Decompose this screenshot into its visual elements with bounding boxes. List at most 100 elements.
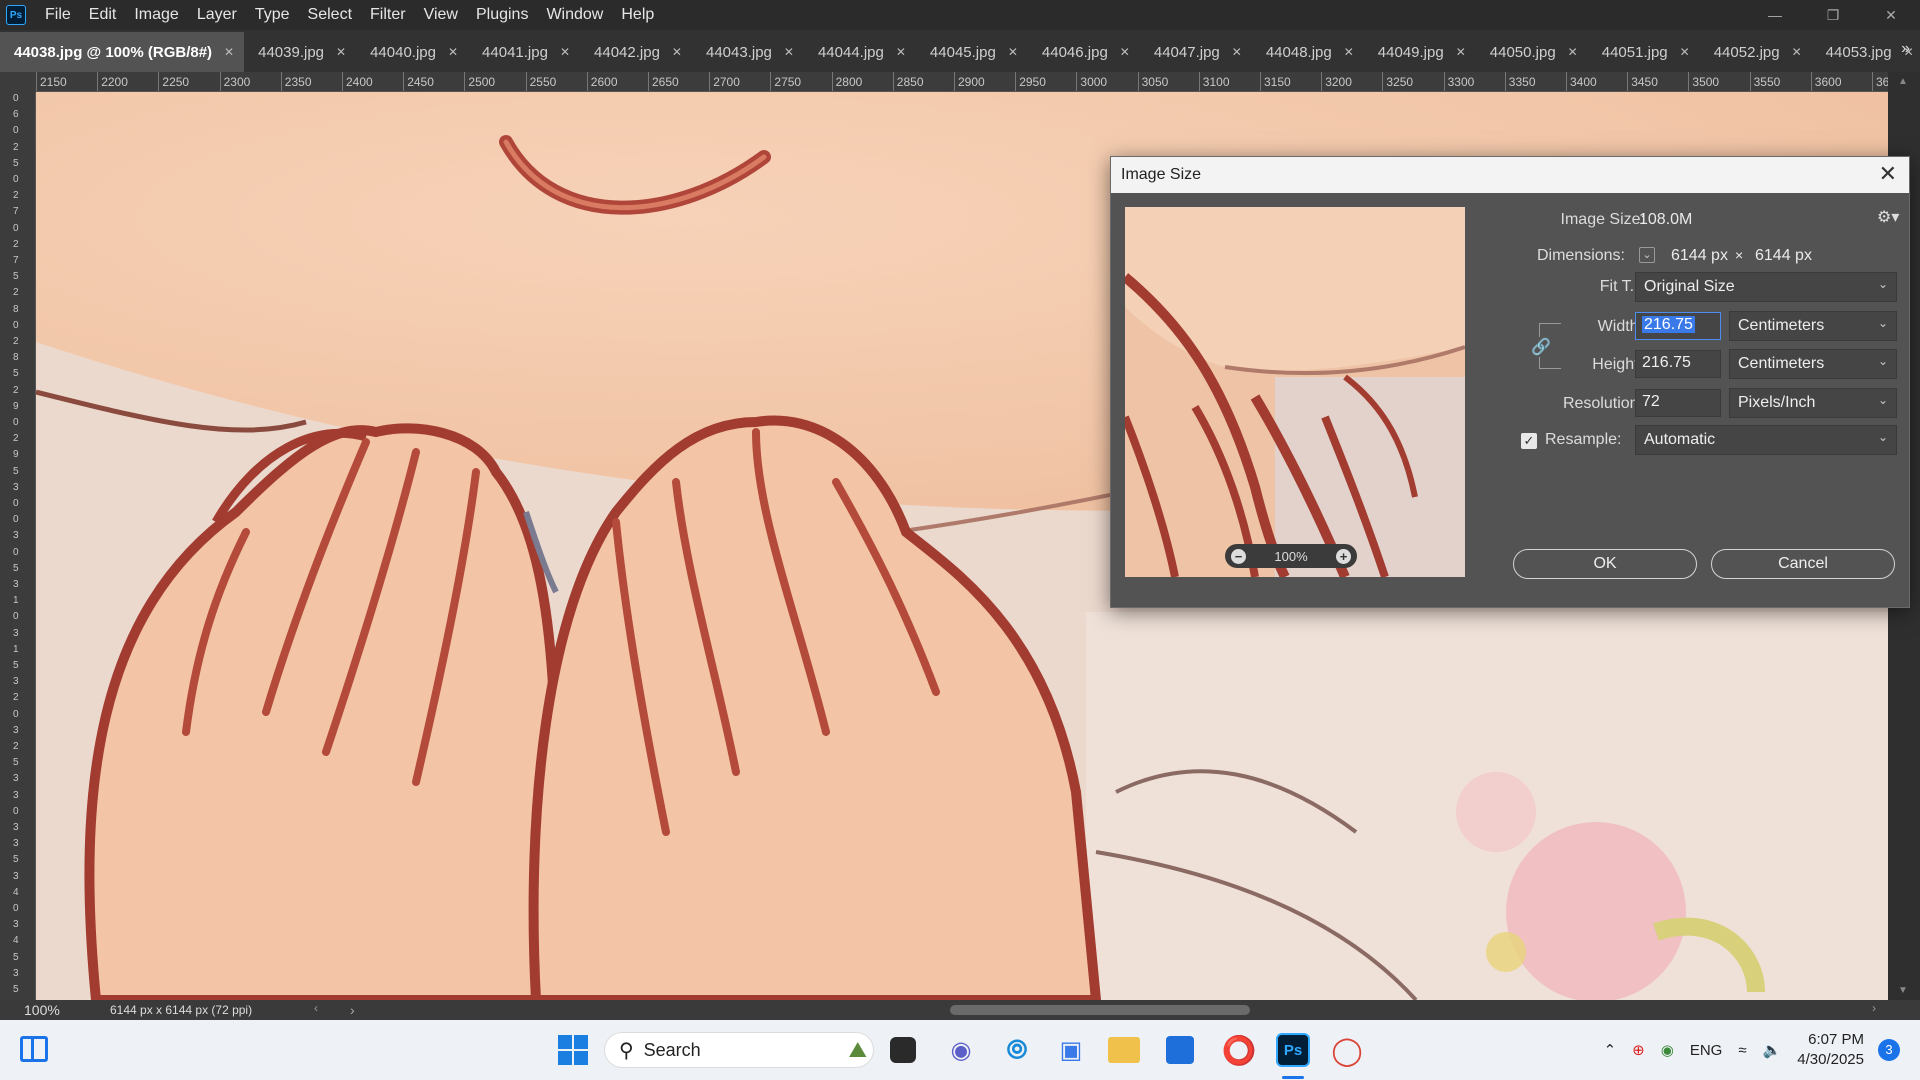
close-tab-icon[interactable]: ✕ [448, 45, 458, 59]
width-input[interactable]: 216.75 [1635, 312, 1721, 340]
close-tab-icon[interactable]: ✕ [1792, 45, 1802, 59]
widgets-icon[interactable] [20, 1036, 48, 1062]
document-tab[interactable]: 44047.jpg ✕ [1140, 32, 1252, 72]
document-tab[interactable]: 44046.jpg ✕ [1028, 32, 1140, 72]
close-tab-icon[interactable]: ✕ [1680, 45, 1690, 59]
document-tab[interactable]: 44041.jpg ✕ [468, 32, 580, 72]
document-tab[interactable]: 44044.jpg ✕ [804, 32, 916, 72]
close-tab-icon[interactable]: ✕ [784, 45, 794, 59]
document-tab[interactable]: 44052.jpg ✕ [1700, 32, 1812, 72]
tab-label: 44046.jpg [1041, 43, 1108, 61]
menu-filter[interactable]: Filter [361, 0, 415, 30]
menu-edit[interactable]: Edit [80, 0, 126, 30]
close-tab-icon[interactable]: ✕ [1232, 45, 1242, 59]
microsoft-store-icon[interactable] [1166, 1036, 1194, 1064]
document-tab[interactable]: 44051.jpg ✕ [1588, 32, 1700, 72]
zoom-level[interactable]: 100% [0, 1002, 110, 1018]
height-unit-dropdown[interactable]: Centimeters ⌄ [1729, 349, 1897, 379]
teams-icon[interactable]: ◉ [944, 1033, 978, 1067]
menu-help[interactable]: Help [612, 0, 663, 30]
resolution-unit-dropdown[interactable]: Pixels/Inch ⌄ [1729, 388, 1897, 418]
tab-overflow-icon[interactable]: » [1901, 40, 1910, 58]
close-tab-icon[interactable]: ✕ [224, 45, 234, 59]
start-menu-icon[interactable] [556, 1033, 590, 1067]
height-label: Height: [1592, 356, 1643, 373]
scroll-right-icon[interactable]: › [1872, 1001, 1876, 1015]
resample-checkbox[interactable]: ✓ [1521, 433, 1537, 449]
menu-layer[interactable]: Layer [188, 0, 246, 30]
menu-view[interactable]: View [415, 0, 467, 30]
document-tab[interactable]: 44050.jpg ✕ [1476, 32, 1588, 72]
maximize-button[interactable]: ❐ [1804, 0, 1862, 30]
volume-icon[interactable]: 🔈 [1763, 1041, 1782, 1059]
ruler-tick [1382, 72, 1384, 91]
close-tab-icon[interactable]: ✕ [896, 45, 906, 59]
close-tab-icon[interactable]: ✕ [1568, 45, 1578, 59]
photoshop-taskbar-icon[interactable]: Ps [1276, 1033, 1310, 1067]
close-tab-icon[interactable]: ✕ [672, 45, 682, 59]
scroll-up-icon[interactable]: ▲ [1898, 76, 1908, 87]
opera-icon[interactable]: ⭕ [1222, 1033, 1257, 1067]
scroll-left-icon[interactable]: ‹ [314, 1001, 318, 1015]
vertical-ruler[interactable]: 0 6 0 2 5 0 2 7 0 2 7 5 2 8 0 2 8 5 2 9 0 2 9 5 3 0 0 3 0 5 3 1 0 3 1 5 3 2 0 3… [0, 92, 36, 1000]
network-app-icon[interactable]: ◉ [1661, 1041, 1674, 1059]
dialog-close-icon[interactable]: ✕ [1879, 161, 1897, 187]
horizontal-scroll-thumb[interactable] [950, 1005, 1250, 1015]
document-tab[interactable]: 44039.jpg ✕ [244, 32, 356, 72]
file-explorer-icon[interactable] [1108, 1037, 1140, 1063]
close-window-button[interactable]: ✕ [1862, 0, 1920, 30]
menu-plugins[interactable]: Plugins [467, 0, 537, 30]
document-tab[interactable]: 44043.jpg ✕ [692, 32, 804, 72]
close-tab-icon[interactable]: ✕ [1456, 45, 1466, 59]
close-tab-icon[interactable]: ✕ [1120, 45, 1130, 59]
resolution-input[interactable]: 72 [1635, 389, 1721, 417]
fit-to-dropdown[interactable]: Original Size ⌄ [1635, 272, 1897, 302]
document-tab[interactable]: 44038.jpg @ 100% (RGB/8#) ✕ [0, 32, 245, 72]
ruler-origin[interactable] [0, 72, 36, 92]
document-tab[interactable]: 44040.jpg ✕ [356, 32, 468, 72]
close-tab-icon[interactable]: ✕ [1008, 45, 1018, 59]
vpn-icon[interactable]: ⊕ [1632, 1041, 1645, 1059]
close-tab-icon[interactable]: ✕ [1344, 45, 1354, 59]
dimensions-unit-chevron-icon[interactable]: ⌄ [1639, 247, 1655, 263]
tab-label: 44041.jpg [482, 43, 548, 61]
document-tab[interactable]: 44045.jpg ✕ [916, 32, 1028, 72]
horizontal-ruler[interactable]: 2150 2200 2250 2300 2350 2400 2450 2500 2550 2600… [36, 72, 1888, 92]
edge-icon[interactable]: ⦾ [1000, 1033, 1034, 1067]
zoom-out-icon[interactable]: − [1231, 548, 1246, 564]
language-indicator[interactable]: ENG [1690, 1042, 1723, 1059]
gear-icon[interactable]: ⚙▾ [1877, 207, 1899, 227]
scroll-down-icon[interactable]: ▼ [1898, 985, 1908, 996]
height-input[interactable]: 216.75 [1635, 350, 1721, 378]
cancel-button[interactable]: Cancel [1711, 549, 1895, 579]
notification-badge[interactable]: 3 [1878, 1039, 1900, 1061]
clock[interactable]: 6:07 PM 4/30/2025 [1797, 1030, 1864, 1070]
menu-image[interactable]: Image [125, 0, 187, 30]
menu-select[interactable]: Select [299, 0, 361, 30]
document-tab[interactable]: 44049.jpg ✕ [1364, 32, 1476, 72]
taskbar-search[interactable]: ⚲ Search ⛰ [604, 1032, 874, 1068]
menu-window[interactable]: Window [537, 0, 612, 30]
chrome-icon[interactable]: ◯ [1330, 1033, 1364, 1067]
menu-type[interactable]: Type [246, 0, 299, 30]
document-tab[interactable]: 44048.jpg ✕ [1252, 32, 1364, 72]
zoom-in-icon[interactable]: + [1336, 548, 1351, 564]
menu-file[interactable]: File [36, 0, 80, 30]
resample-dropdown[interactable]: Automatic ⌄ [1635, 425, 1897, 455]
close-tab-icon[interactable]: ✕ [560, 45, 570, 59]
horizontal-scrollbar[interactable]: ‹ › [310, 1001, 1880, 1017]
ok-button[interactable]: OK [1513, 549, 1697, 579]
windows-taskbar: ⚲ Search ⛰ ◉ ⦾ ▣ ⭕ Ps ◯ ⌃ ⊕ ◉ ENG ≈ 🔈 6:… [0, 1020, 1920, 1080]
image-preview[interactable]: − 100% + [1125, 207, 1465, 577]
document-tab[interactable]: 44042.jpg ✕ [580, 32, 692, 72]
link-constrain-icon[interactable]: 🔗 [1531, 337, 1551, 357]
ruler-label: 3100 [1202, 75, 1230, 89]
ruler-label: 5 [13, 984, 19, 995]
close-tab-icon[interactable]: ✕ [336, 45, 346, 59]
wifi-icon[interactable]: ≈ [1738, 1042, 1746, 1059]
minimize-button[interactable]: — [1746, 0, 1804, 30]
snipping-tool-icon[interactable]: ▣ [1054, 1033, 1088, 1067]
chevron-up-icon[interactable]: ⌃ [1604, 1041, 1617, 1059]
width-unit-dropdown[interactable]: Centimeters ⌄ [1729, 311, 1897, 341]
task-view-icon[interactable] [890, 1037, 916, 1063]
